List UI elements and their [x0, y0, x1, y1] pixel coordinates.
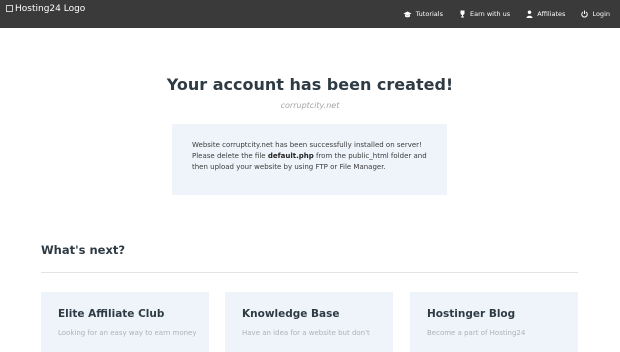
nav-earn-label: Earn with us — [469, 10, 511, 18]
trophy-icon — [459, 10, 466, 18]
nav-affiliates-label: Affiliates — [537, 10, 566, 18]
notice-filename: default.php — [267, 152, 314, 160]
nav-login[interactable]: Login — [581, 10, 610, 18]
notice-line-2-pre: Please delete the file — [192, 152, 268, 160]
main-nav: Tutorials Earn with us Affiliates Login — [403, 0, 610, 28]
notice-line-1: Website corruptcity.net has been success… — [192, 141, 422, 149]
power-icon — [581, 10, 589, 18]
card-hostinger-blog[interactable]: Hostinger Blog Become a part of Hosting2… — [410, 292, 578, 352]
nav-tutorials-label: Tutorials — [415, 10, 443, 18]
domain-subtitle: corruptcity.net — [280, 101, 340, 110]
graduation-cap-icon — [403, 11, 412, 18]
nav-affiliates[interactable]: Affiliates — [526, 10, 565, 18]
user-icon — [526, 10, 533, 18]
install-notice: Website corruptcity.net has been success… — [172, 124, 447, 195]
notice-line-2-post: from the public_html folder and — [313, 152, 427, 160]
card-text: Become a part of Hosting24 — [427, 329, 526, 337]
notice-line-2: Please delete the file default.php from … — [192, 151, 435, 162]
card-text: Looking for an easy way to earn money — [58, 329, 197, 337]
card-knowledge-base[interactable]: Knowledge Base Have an idea for a websit… — [225, 292, 393, 352]
section-divider — [41, 272, 578, 273]
notice-line-3: then upload your website by using FTP or… — [192, 163, 386, 171]
nav-login-label: Login — [592, 10, 610, 18]
site-logo[interactable]: Hosting24 Logo — [6, 4, 96, 26]
card-title: Knowledge Base — [242, 308, 340, 320]
nav-tutorials[interactable]: Tutorials — [403, 10, 443, 18]
top-navbar: Hosting24 Logo Tutorials Earn with us Af… — [0, 0, 620, 28]
nav-earn-with-us[interactable]: Earn with us — [459, 10, 510, 18]
card-elite-affiliate-club[interactable]: Elite Affiliate Club Looking for an easy… — [41, 292, 209, 352]
whats-next-heading: What's next? — [41, 243, 126, 257]
broken-image-icon — [6, 5, 13, 12]
page-title: Your account has been created! — [166, 75, 454, 94]
card-title: Elite Affiliate Club — [58, 308, 165, 320]
card-title: Hostinger Blog — [427, 308, 516, 320]
logo-alt-text: Hosting24 Logo — [15, 4, 86, 14]
card-text: Have an idea for a website but don't — [242, 329, 370, 337]
